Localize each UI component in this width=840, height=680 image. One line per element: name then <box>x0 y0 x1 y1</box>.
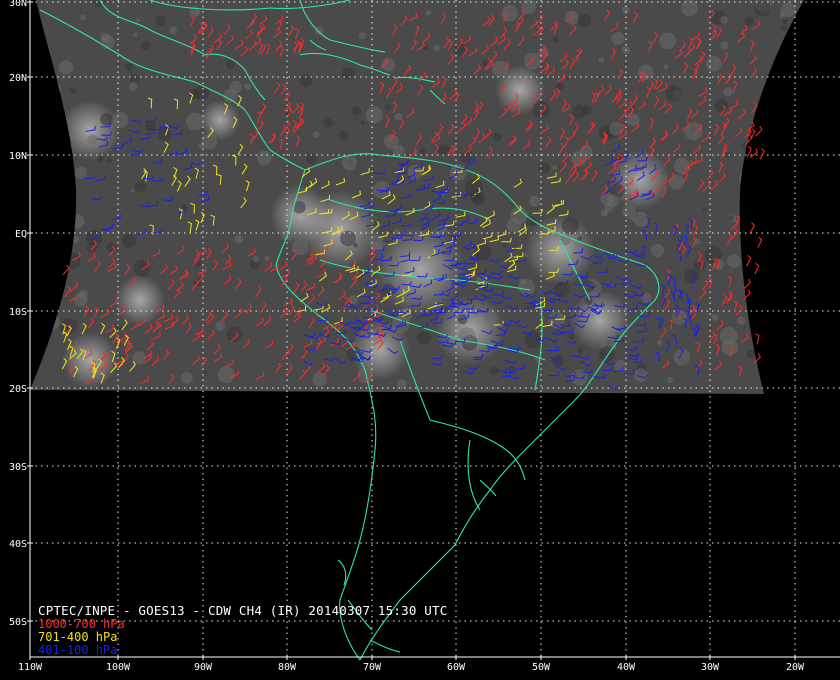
wind-barb <box>746 255 752 267</box>
lon-label: 40W <box>617 662 636 673</box>
lat-label: 50S <box>9 617 27 628</box>
wind-barb <box>755 125 763 137</box>
wind-barb <box>759 148 765 160</box>
lat-label: 20S <box>9 384 27 395</box>
satellite-imagery <box>30 0 804 394</box>
lat-label: 40S <box>9 539 27 550</box>
legend-high-level: 401-100 hPa <box>38 643 118 657</box>
latitude-labels: 30N 20N 10N EQ 10S 20S 30S 40S 50S <box>9 0 33 628</box>
lon-label: 60W <box>447 662 466 673</box>
lat-label: 30N <box>9 0 27 9</box>
longitude-labels: 110W 100W 90W 80W 70W 60W 50W 40W 30W 20W <box>18 655 805 673</box>
lon-label: 70W <box>363 662 382 673</box>
wind-barb <box>743 278 752 289</box>
lon-label: 110W <box>18 662 43 673</box>
lat-label: 20N <box>9 73 27 84</box>
lon-label: 100W <box>106 662 131 673</box>
wind-barb <box>754 262 760 275</box>
legend-low-level: 1000-700 hPa <box>38 617 125 631</box>
lat-label: EQ <box>15 229 27 240</box>
wind-barb <box>749 222 756 234</box>
lon-label: 90W <box>194 662 213 673</box>
lat-label: 10N <box>9 151 27 162</box>
lon-label: 50W <box>532 662 551 673</box>
lon-label: 20W <box>786 662 805 673</box>
legend-mid-level: 701-400 hPa <box>38 630 118 644</box>
lon-label: 80W <box>278 662 297 673</box>
lon-label: 30W <box>701 662 720 673</box>
wind-barb <box>757 236 763 248</box>
wind-barb <box>755 333 760 345</box>
map-title: CPTEC/INPE - GOES13 - CDW CH4 (IR) 20140… <box>38 603 448 618</box>
lat-label: 10S <box>9 307 27 318</box>
lat-label: 30S <box>9 462 27 473</box>
satellite-wind-map: 30N 20N 10N EQ 10S 20S 30S 40S 50S 110W 100W 90W 80… <box>9 0 840 673</box>
